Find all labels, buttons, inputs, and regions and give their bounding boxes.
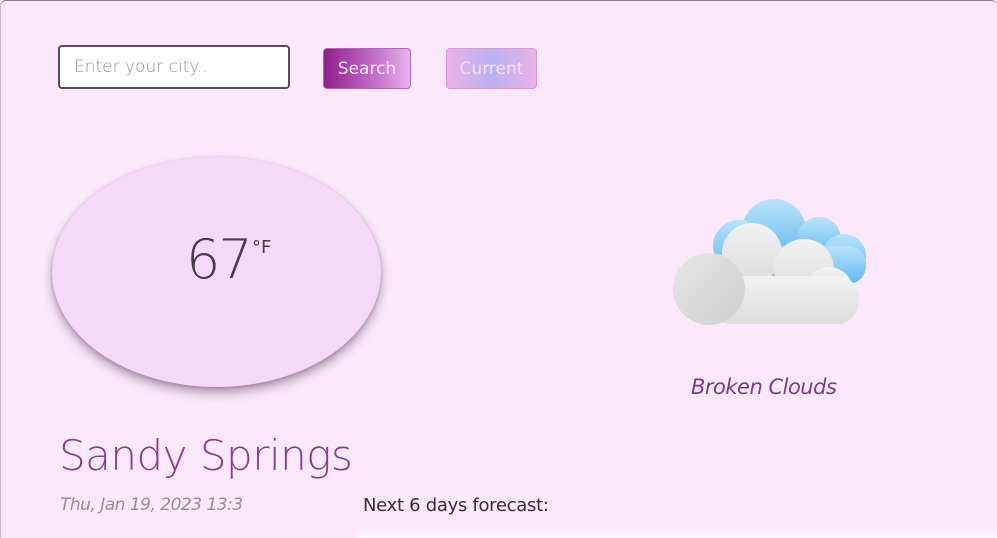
forecast-container <box>356 527 997 538</box>
temperature-value: 67 <box>186 228 253 291</box>
weather-description: Broken Clouds <box>691 375 837 399</box>
broken-clouds-icon <box>673 199 866 325</box>
city-name: Sandy Springs <box>59 431 353 480</box>
weather-app: Search Current 67 °F <box>0 0 997 538</box>
forecast-title: Next 6 days forecast: <box>363 495 549 516</box>
city-search-input[interactable] <box>58 45 290 89</box>
date-time: Thu, Jan 19, 2023 13:3 <box>60 495 243 515</box>
current-location-button[interactable]: Current <box>446 48 537 89</box>
temperature-unit: °F <box>252 237 272 258</box>
search-button[interactable]: Search <box>323 48 411 89</box>
